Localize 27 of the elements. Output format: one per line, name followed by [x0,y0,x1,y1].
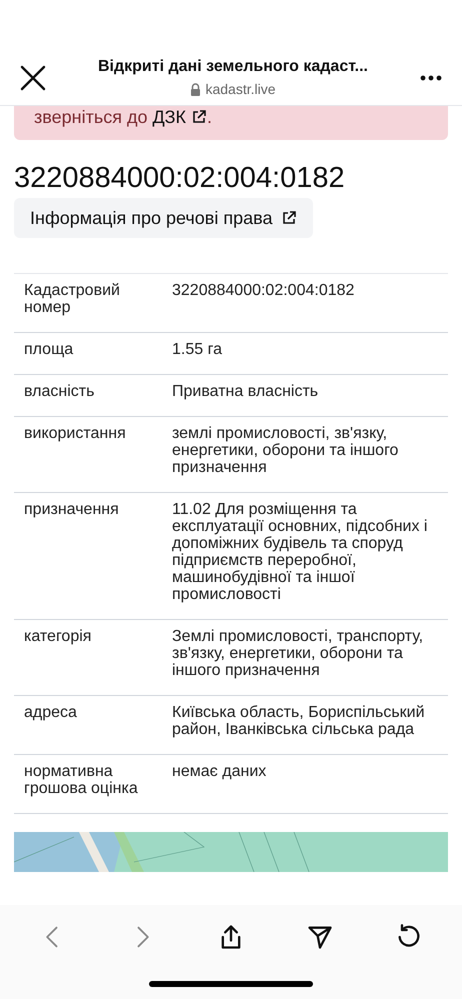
row-value: землі промисловості, зв'язку, енергетики, оборони та іншого призначення [172,425,400,476]
parcel-number: 3220884000:02:004:0182 [14,161,346,196]
close-icon[interactable] [20,64,46,90]
row-value: 3220884000:02:004:0182 [172,282,356,301]
row-label: адреса [24,704,78,723]
alert-text: зверніться до ДЗК . [34,106,214,128]
row-value: Київська область, Бориспільський район, Іванківська сільська рада [172,704,426,738]
page-domain: kadastr.live [205,80,276,99]
row-value: 11.02 Для розміщення та експлуатації основних, підсобних і допоміжних будівель та споруд підприємств переробної, машинобудівної та іншої промисловості [172,501,428,603]
row-value: 1.55 га [172,341,223,358]
external-link-icon [280,210,296,226]
row-label: площа [24,341,74,358]
row-label: використання [24,425,127,444]
row-value: Землі промисловості, транспорту, зв'язку, енергетики, оборони та іншого призначення [172,628,424,679]
lock-icon [190,83,202,96]
dzk-link[interactable]: ДЗК [152,107,208,127]
more-icon[interactable] [420,74,442,80]
row-label: призначення [24,501,120,520]
row-label: категорія [24,628,92,647]
rights-info-button[interactable]: Інформація про речові права [14,198,312,238]
page-title: Відкриті дані земельного кадаст... [98,57,368,77]
row-label: Кадастровий номер [24,282,121,316]
external-link-icon [191,109,208,125]
row-label: нормативна грошова оцінка [24,763,139,797]
row-value: Приватна власність [172,383,320,400]
row-label: власність [24,383,96,400]
row-value: немає даних [172,763,268,782]
